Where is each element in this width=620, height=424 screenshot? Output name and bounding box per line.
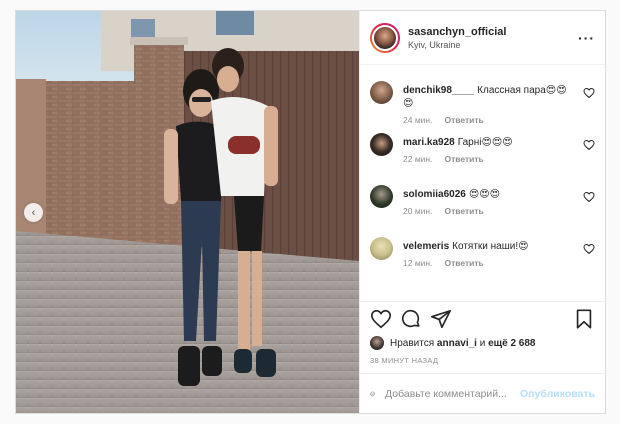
comment-time[interactable]: 20 мин. bbox=[403, 206, 432, 216]
comment-username[interactable]: denchik98____ bbox=[403, 85, 474, 96]
comment-body: denchik98____ Классная пара😍😍😍 24 мин. Отв… bbox=[403, 73, 577, 125]
share-icon[interactable] bbox=[430, 308, 452, 330]
owner-avatar[interactable] bbox=[372, 24, 398, 51]
comment-text: solomiia6026 😍😍😍 bbox=[403, 188, 577, 201]
comment-item: denchik98____ Классная пара😍😍😍 24 мин. Отв… bbox=[370, 73, 595, 125]
heart-icon[interactable] bbox=[370, 308, 392, 330]
like-comment-heart-icon[interactable] bbox=[583, 191, 595, 203]
more-options-icon[interactable]: ··· bbox=[578, 30, 595, 46]
reply-button[interactable]: Ответить bbox=[444, 258, 483, 268]
comment-text: denchik98____ Классная пара😍😍😍 bbox=[403, 84, 577, 110]
comment-item: mari.ka928 Гарні😍😍😍 22 мин. Ответить bbox=[370, 125, 595, 177]
like-comment-heart-icon[interactable] bbox=[583, 87, 595, 99]
comment-body: mari.ka928 Гарні😍😍😍 22 мин. Ответить bbox=[403, 125, 577, 177]
comment-content: Котятки наши!😍 bbox=[452, 241, 529, 252]
comment-time[interactable]: 12 мин. bbox=[403, 258, 432, 268]
reply-button[interactable]: Ответить bbox=[444, 115, 483, 125]
comment-meta: 24 мин. Ответить bbox=[403, 115, 577, 125]
post-sidebar: sasanchyn_official Kyiv, Ukraine ··· den… bbox=[359, 11, 605, 413]
commenter-avatar[interactable] bbox=[370, 185, 393, 208]
comment-item: velemeris Котятки наши!😍 12 мин. Ответить bbox=[370, 229, 595, 281]
comment-time[interactable]: 24 мин. bbox=[403, 115, 432, 125]
comment-username[interactable]: velemeris bbox=[403, 241, 449, 252]
likes-prefix: Нравится bbox=[390, 337, 435, 349]
bookmark-icon[interactable] bbox=[573, 308, 595, 330]
add-comment-bar: Опубликовать bbox=[360, 373, 605, 413]
liker-username[interactable]: annavi_i bbox=[437, 338, 477, 349]
comment-username[interactable]: solomiia6026 bbox=[403, 189, 466, 200]
previous-photo-button[interactable]: ‹ bbox=[24, 203, 43, 222]
comment-body: velemeris Котятки наши!😍 12 мин. Ответить bbox=[403, 229, 577, 281]
like-comment-heart-icon[interactable] bbox=[583, 243, 595, 255]
comment-time[interactable]: 22 мин. bbox=[403, 154, 432, 164]
post-header: sasanchyn_official Kyiv, Ukraine ··· bbox=[360, 11, 605, 65]
commenter-avatar[interactable] bbox=[370, 237, 393, 260]
comment-body: solomiia6026 😍😍😍 20 мин. Ответить bbox=[403, 177, 577, 229]
owner-info: sasanchyn_official Kyiv, Ukraine bbox=[408, 26, 506, 50]
photo-illustration bbox=[16, 11, 359, 413]
likes-text: Нравится annavi_i и ещё 2 688 bbox=[390, 338, 535, 349]
likes-connector: и bbox=[479, 337, 486, 349]
reply-button[interactable]: Ответить bbox=[444, 154, 483, 164]
comment-text: velemeris Котятки наши!😍 bbox=[403, 240, 577, 253]
comment-item: solomiia6026 😍😍😍 20 мин. Ответить bbox=[370, 177, 595, 229]
post-location[interactable]: Kyiv, Ukraine bbox=[408, 40, 506, 50]
comments-list: denchik98____ Классная пара😍😍😍 24 мин. Отв… bbox=[360, 65, 605, 301]
comment-meta: 12 мин. Ответить bbox=[403, 258, 577, 268]
comment-meta: 20 мин. Ответить bbox=[403, 206, 577, 216]
comment-content: 😍😍😍 bbox=[468, 189, 501, 200]
liker-avatar[interactable] bbox=[370, 336, 384, 350]
comment-username[interactable]: mari.ka928 bbox=[403, 137, 455, 148]
likes-count[interactable]: ещё 2 688 bbox=[488, 338, 535, 349]
instagram-post: ‹ sasanchyn_official Kyiv, Ukraine ··· d… bbox=[15, 10, 606, 414]
comment-content: Гарні😍😍😍 bbox=[457, 137, 513, 148]
publish-button[interactable]: Опубликовать bbox=[520, 388, 595, 400]
likes-row: Нравится annavi_i и ещё 2 688 bbox=[360, 335, 605, 351]
chevron-left-icon: ‹ bbox=[31, 206, 36, 219]
comment-meta: 22 мин. Ответить bbox=[403, 154, 577, 164]
post-photo[interactable]: ‹ bbox=[16, 11, 359, 413]
post-actions bbox=[360, 301, 605, 335]
reply-button[interactable]: Ответить bbox=[444, 206, 483, 216]
comment-input[interactable] bbox=[385, 387, 521, 400]
commenter-avatar[interactable] bbox=[370, 81, 393, 104]
owner-avatar-ring[interactable] bbox=[370, 22, 400, 53]
post-time-ago[interactable]: 38 МИНУТ НАЗАД bbox=[360, 351, 605, 373]
like-comment-heart-icon[interactable] bbox=[583, 139, 595, 151]
comment-text: mari.ka928 Гарні😍😍😍 bbox=[403, 136, 577, 149]
owner-username[interactable]: sasanchyn_official bbox=[408, 26, 506, 38]
emoji-icon[interactable] bbox=[370, 384, 375, 404]
commenter-avatar[interactable] bbox=[370, 133, 393, 156]
comment-icon[interactable] bbox=[400, 308, 422, 330]
